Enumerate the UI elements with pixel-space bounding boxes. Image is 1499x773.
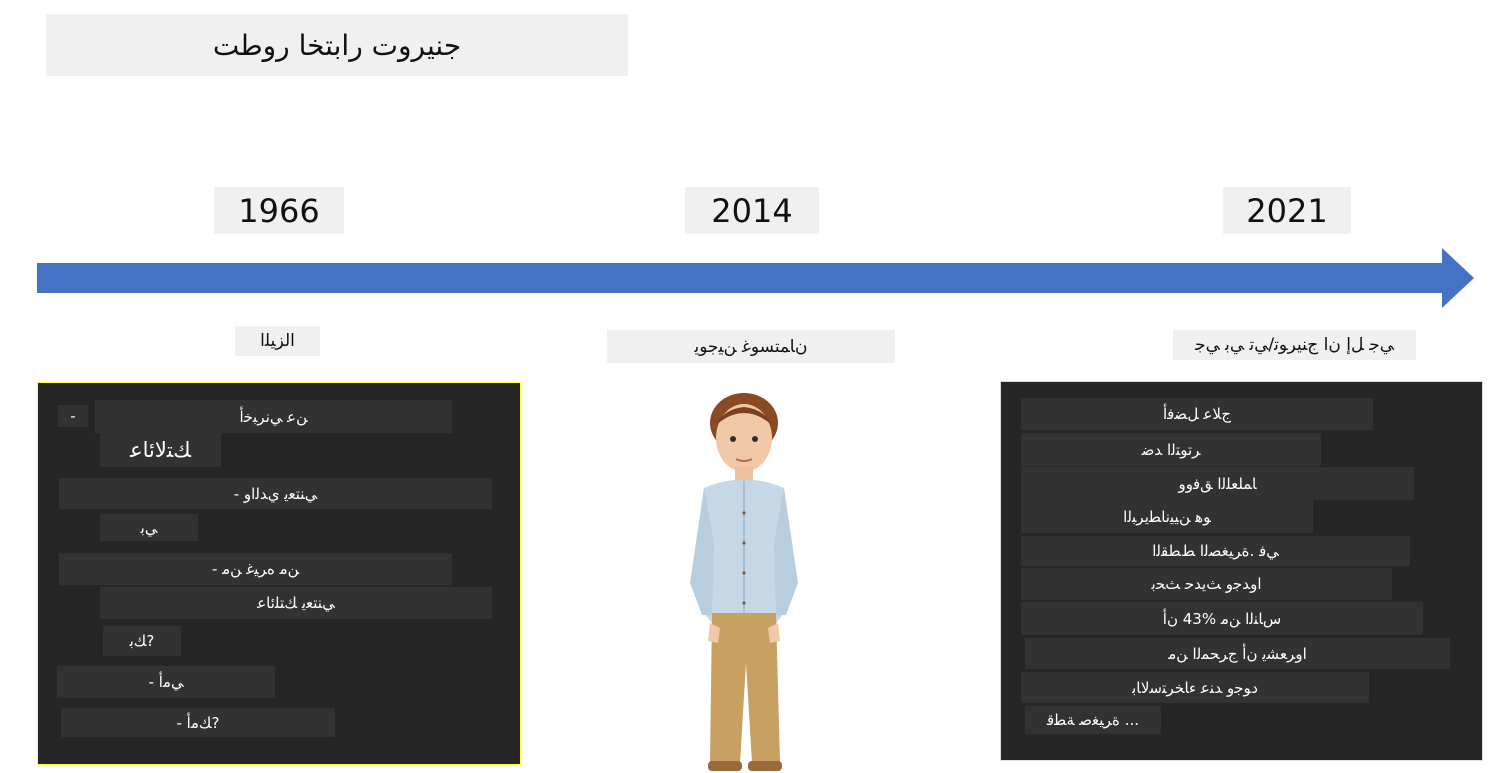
label-right: ﻲﺟ ﻞﺇ ﻥﺍ ﺝﻨﻴﺮﻮﺗ/ﻲﺗ ﻲﺑ ﻲﺟ — [1173, 330, 1416, 360]
panel-line: ﻦﻣ ﻩﺮﻴﻏ ﻦﻣ - — [59, 553, 452, 585]
panel-line: ﻲﺑ — [100, 514, 198, 541]
panel-line: ﻲﻣﺃ - — [57, 666, 275, 698]
year-2014: 2014 — [685, 187, 819, 234]
panel-line: ﺍﻭﺪﺟﻭ ﺚﻳﺪﺣ ﺚﺤﺑ — [1021, 568, 1392, 600]
panel-line: ﺩﻮﺟﻭ ﺪﻨﻋ ﺀﺎﺨﺮﺘﺳﻻﺎﺑ — [1021, 672, 1369, 703]
left-text-panel: - ﻦﻋ ﻲﻧﺮﺒﺧﺃ ﻚﺘﻟﺎﺋﺎﻋ ﻲﻨﺘﻌﻳ ﻱﺪﻟﺍﻭ - ﻲﺑ ﻦﻣ … — [37, 382, 521, 765]
panel-line: ?ﻚﺑ — [103, 626, 181, 656]
panel-line: ﻦﻋ ﻲﻧﺮﺒﺧﺃ — [95, 400, 452, 433]
timeline-arrow — [37, 248, 1474, 308]
panel-line: ﺮﺗﻮﺘﻟﺍ ﺪﺿ — [1021, 433, 1321, 466]
label-center: نﺎﻤﺘﺴﻮﻏ ﻦﻴﺟﻮﻳ — [607, 330, 895, 363]
label-left: اﻟﺰﻴﻠا — [235, 326, 320, 356]
panel-line: ﻮﻫ ﻦﻴﻴﻧﺎﻄﻳﺮﺒﻟﺍ — [1021, 500, 1313, 533]
panel-line: ?ﻚﻣﺃ - — [61, 708, 335, 737]
panel-line: ﺝﻼﻋ ﻞﻀﻓﺃ — [1021, 398, 1373, 430]
panel-line: ﺍﻭﺮﻌﺸﻳ ﻥﺃ ﺝﺮﺤﻤﻟﺍ ﻦﻣ — [1025, 638, 1450, 669]
child-photo — [690, 393, 798, 771]
panel-line: ﻚﺘﻟﺎﺋﺎﻋ — [100, 433, 221, 467]
panel-line: ﻲﻨﺘﻌﻳ ﻱﺪﻟﺍﻭ - — [59, 478, 492, 509]
timeline-title: جنيروت رابتخا روطت — [46, 14, 628, 76]
year-1966: 1966 — [214, 187, 344, 234]
panel-line: ﺎﻤﻠﻌﻠﻟﺍ ﻖﻓﻭﻭ — [1021, 467, 1414, 500]
panel-line: ﻲﻓ .ﺓﺮﻴﻐﺼﻟﺍ ﻂﻄﻘﻟﺍ — [1021, 536, 1410, 566]
panel-line: ﻲﻨﺘﻌﻳ ﻚﺘﻠﺋﺎﻋ — [100, 587, 492, 619]
year-2021: 2021 — [1223, 187, 1351, 234]
right-text-panel: ﺝﻼﻋ ﻞﻀﻓﺃ ﺮﺗﻮﺘﻟﺍ ﺪﺿ ﺎﻤﻠﻌﻠﻟﺍ ﻖﻓﻭﻭ ﻮﻫ ﻦﻴﻴﻧﺎ… — [1000, 381, 1483, 761]
panel-line: ﺱﺎﻨﻟﺍ ﻦﻣ %43 ﻥﺃ — [1021, 602, 1423, 635]
panel-line: ... ﺓﺮﻴﻐﺻ ﺔﻄﻗ — [1025, 706, 1161, 734]
panel-line: - — [58, 405, 88, 427]
